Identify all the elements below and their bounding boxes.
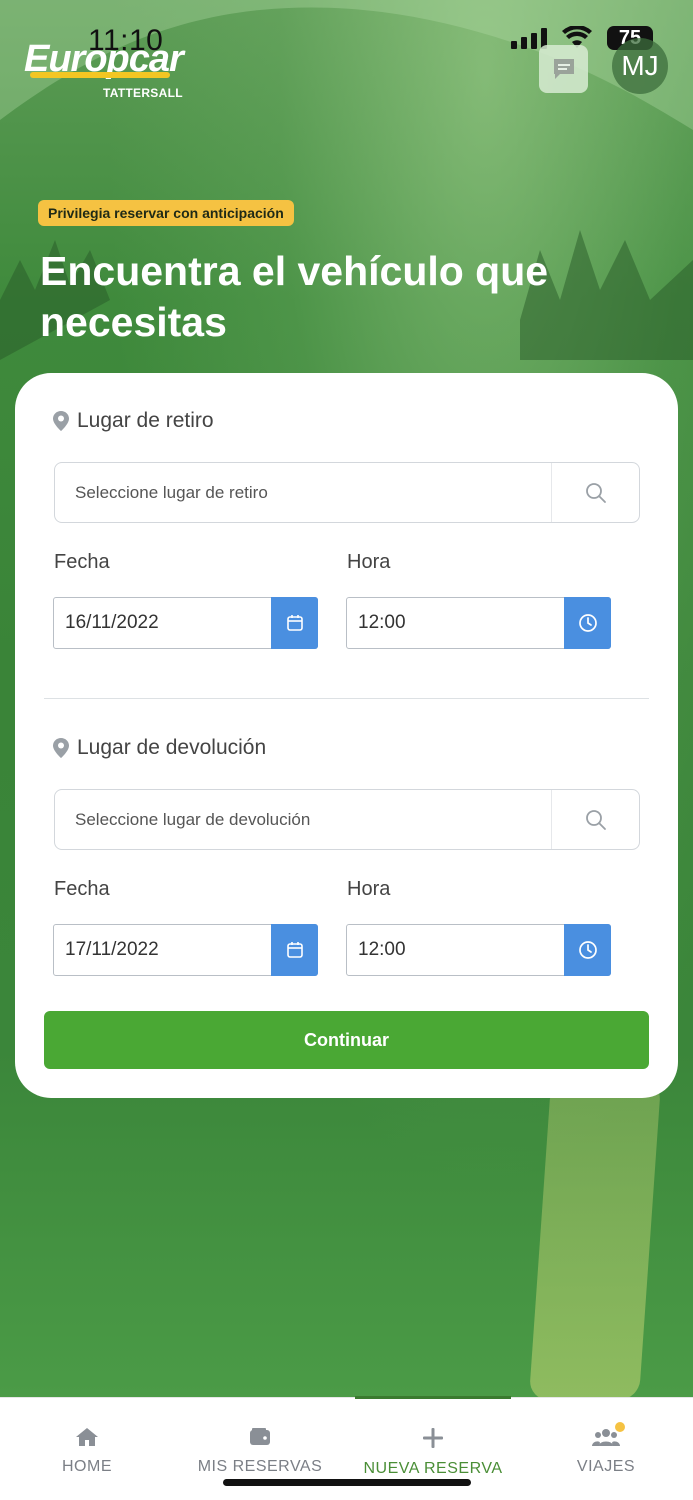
- dropoff-time-label: Hora: [347, 878, 391, 900]
- pickup-time-field[interactable]: 12:00: [346, 597, 611, 649]
- dropoff-location-input[interactable]: Seleccione lugar de devolución: [54, 789, 640, 850]
- pickup-date-value: 16/11/2022: [65, 612, 159, 633]
- dropoff-date-value: 17/11/2022: [65, 939, 159, 960]
- dropoff-section-title: Lugar de devolución: [77, 736, 267, 759]
- logo-subtitle: TATTERSALL: [102, 86, 183, 100]
- pickup-date-field[interactable]: 16/11/2022: [53, 597, 318, 649]
- plus-icon: [423, 1428, 443, 1448]
- calendar-icon: [286, 615, 303, 631]
- pickup-location-input[interactable]: Seleccione lugar de retiro: [54, 462, 640, 523]
- nav-home-label: HOME: [62, 1458, 112, 1475]
- section-divider: [44, 698, 649, 699]
- wallet-icon: [250, 1428, 270, 1445]
- search-icon: [585, 809, 606, 830]
- dropoff-date-field[interactable]: 17/11/2022: [53, 924, 318, 976]
- home-icon: [76, 1428, 98, 1446]
- europcar-logo: Europcar TATTERSALL: [24, 40, 184, 100]
- messages-button[interactable]: [539, 45, 588, 93]
- road-background: [528, 1080, 662, 1400]
- dropoff-time-field[interactable]: 12:00: [346, 924, 611, 976]
- pickup-search-button[interactable]: [551, 463, 639, 522]
- pickup-time-label: Hora: [347, 551, 391, 573]
- pickup-time-value: 12:00: [358, 612, 406, 633]
- dropoff-time-value: 12:00: [358, 939, 406, 960]
- user-avatar[interactable]: MJ: [612, 38, 668, 94]
- clock-icon: [578, 614, 597, 632]
- logo-swoosh: [30, 72, 170, 78]
- chat-icon: [553, 59, 574, 79]
- nav-viajes[interactable]: VIAJES: [556, 1398, 656, 1500]
- pickup-section-title: Lugar de retiro: [77, 409, 214, 432]
- nav-viajes-label: VIAJES: [576, 1458, 636, 1475]
- promo-badge: Privilegia reservar con anticipación: [38, 200, 294, 226]
- booking-form-card: Lugar de retiro Seleccione lugar de reti…: [15, 373, 678, 1098]
- search-icon: [585, 482, 606, 503]
- dropoff-section-label: Lugar de devolución: [53, 736, 266, 760]
- pickup-calendar-button[interactable]: [271, 597, 318, 649]
- pickup-clock-button[interactable]: [564, 597, 611, 649]
- dropoff-clock-button[interactable]: [564, 924, 611, 976]
- nav-home[interactable]: HOME: [28, 1398, 146, 1500]
- dropoff-location-placeholder: Seleccione lugar de devolución: [75, 810, 311, 829]
- pickup-location-placeholder: Seleccione lugar de retiro: [75, 483, 268, 502]
- pickup-date-label: Fecha: [54, 551, 110, 573]
- dropoff-date-label: Fecha: [54, 878, 110, 900]
- calendar-icon: [286, 942, 303, 958]
- nav-nueva-reserva-label: NUEVA RESERVA: [363, 1460, 503, 1477]
- dropoff-search-button[interactable]: [551, 790, 639, 849]
- continue-button[interactable]: Continuar: [44, 1011, 649, 1069]
- notification-dot: [615, 1422, 625, 1432]
- page-title: Encuentra el vehículo que necesitas: [40, 248, 549, 345]
- clock-icon: [578, 941, 597, 959]
- location-pin-icon: [53, 411, 69, 431]
- pickup-section-label: Lugar de retiro: [53, 409, 214, 433]
- home-indicator: [223, 1479, 471, 1486]
- nav-mis-reservas-label: MIS RESERVAS: [197, 1458, 323, 1475]
- location-pin-icon: [53, 738, 69, 758]
- dropoff-calendar-button[interactable]: [271, 924, 318, 976]
